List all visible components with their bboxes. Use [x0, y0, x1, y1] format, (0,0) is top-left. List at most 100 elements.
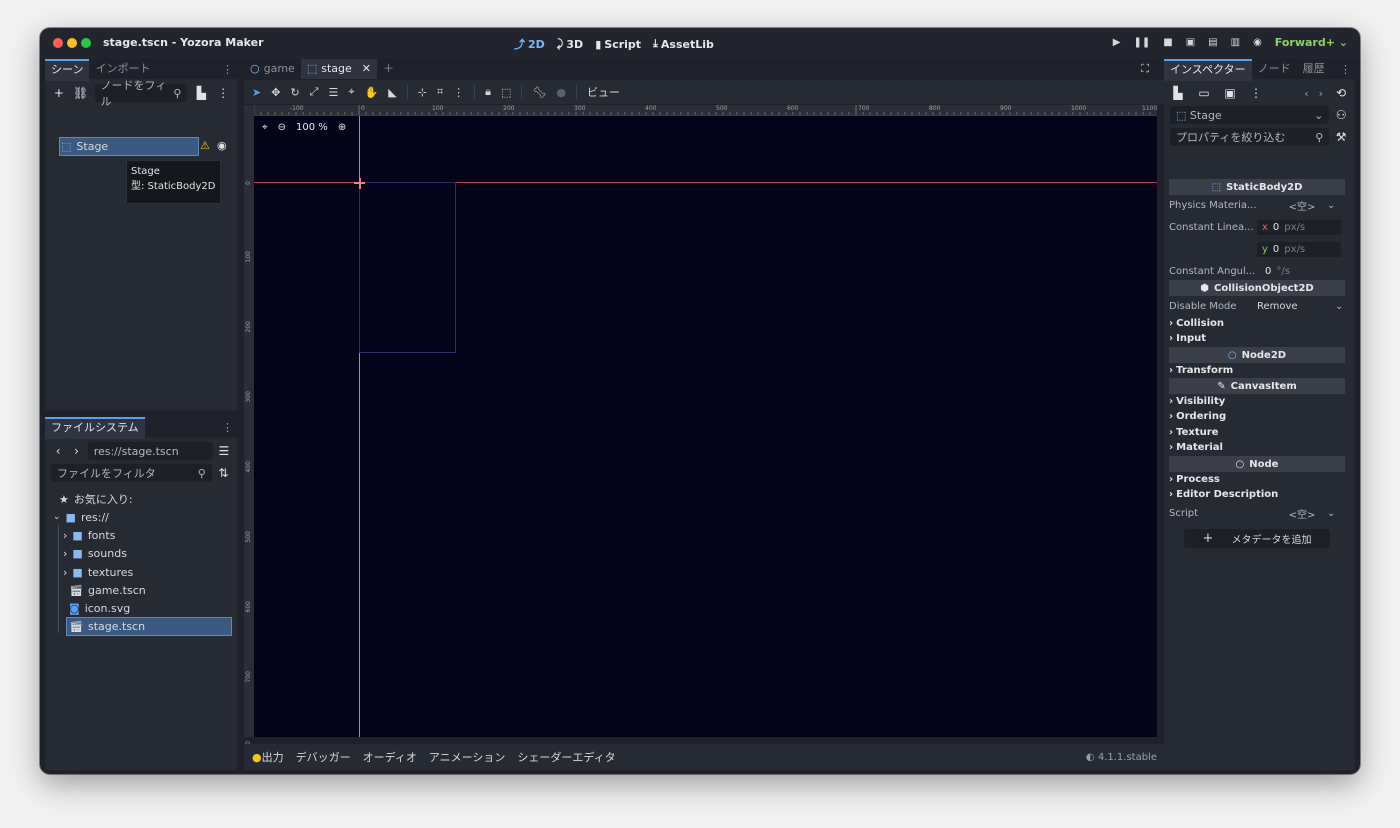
- tab-output[interactable]: ●出力: [252, 749, 284, 765]
- tab-node[interactable]: ノード: [1252, 59, 1297, 79]
- fs-item-icon-svg[interactable]: ◙ icon.svg: [69, 599, 130, 617]
- renderer-selector[interactable]: Forward+ ⌄: [1275, 36, 1348, 49]
- pivot-icon[interactable]: ⌖: [348, 85, 354, 99]
- group-visibility[interactable]: › Visibility: [1169, 394, 1225, 409]
- prop-script[interactable]: Script <空> ⌄: [1169, 504, 1345, 522]
- property-tools-icon[interactable]: ⚒: [1333, 130, 1349, 144]
- maximize-window-button[interactable]: [81, 38, 91, 48]
- add-node-icon[interactable]: +: [51, 86, 67, 100]
- visibility-eye-icon[interactable]: ◉: [217, 139, 227, 152]
- group-ordering[interactable]: › Ordering: [1169, 409, 1226, 424]
- group-editor-description[interactable]: › Editor Description: [1169, 487, 1278, 502]
- more-icon[interactable]: ⋮: [1248, 86, 1264, 100]
- new-resource-icon[interactable]: ▙: [1170, 86, 1186, 100]
- prop-physics-material[interactable]: Physics Materia... <空> ⌄: [1169, 196, 1345, 214]
- zoom-level[interactable]: 100 %: [296, 122, 328, 133]
- group-texture[interactable]: › Texture: [1169, 425, 1218, 440]
- group-input[interactable]: › Input: [1169, 331, 1206, 346]
- minimize-window-button[interactable]: [67, 38, 77, 48]
- link-icon[interactable]: ⛓: [73, 86, 89, 100]
- save-resource-icon[interactable]: ▣: [1222, 86, 1238, 100]
- fs-item-game-tscn[interactable]: 🎬︎ game.tscn: [69, 581, 146, 599]
- play-custom-scene-icon[interactable]: ▥: [1231, 37, 1240, 48]
- group-transform[interactable]: › Transform: [1169, 363, 1233, 378]
- sort-icon[interactable]: ⇅: [216, 466, 231, 480]
- tab-animation[interactable]: アニメーション: [429, 749, 506, 765]
- more-icon[interactable]: ⋮: [215, 86, 231, 100]
- scene-options-icon[interactable]: ▙: [193, 86, 209, 100]
- tab-filesystem[interactable]: ファイルシステム: [45, 417, 145, 439]
- skeleton-options-icon[interactable]: ●: [556, 86, 566, 99]
- scene-tab-stage[interactable]: ⬚ stage ✕: [300, 59, 377, 79]
- rotate-mode-icon[interactable]: ↻: [290, 86, 299, 99]
- fs-item-stage-tscn[interactable]: 🎬︎ stage.tscn: [69, 617, 145, 635]
- tab-shader-editor[interactable]: シェーダーエディタ: [517, 749, 615, 765]
- bone-icon[interactable]: 🦴︎: [532, 86, 546, 99]
- history-forward-icon[interactable]: ›: [1319, 87, 1323, 100]
- file-filter-input[interactable]: ファイルをフィルタ ⚲: [51, 464, 212, 482]
- tab-scene[interactable]: シーン: [45, 59, 90, 81]
- history-back-icon[interactable]: ‹: [1304, 87, 1308, 100]
- scene-tab-game[interactable]: ○ game: [244, 59, 301, 79]
- zoom-out-icon[interactable]: ⊖: [278, 122, 286, 133]
- open-resource-icon[interactable]: ▭: [1196, 86, 1212, 100]
- ruler-mode-icon[interactable]: ◣: [388, 86, 396, 99]
- add-scene-tab-icon[interactable]: ＋: [377, 59, 400, 79]
- grid-snap-icon[interactable]: ⌗: [437, 85, 443, 99]
- list-select-icon[interactable]: ☰: [328, 86, 338, 99]
- 2d-tab[interactable]: ⤴ 2D: [514, 36, 545, 52]
- tab-debugger[interactable]: デバッガー: [296, 749, 351, 765]
- group-icon[interactable]: ⬚: [501, 86, 511, 99]
- view-menu[interactable]: ビュー: [587, 84, 620, 100]
- fs-item-sounds[interactable]: › ■ sounds: [63, 544, 127, 562]
- 2d-viewport[interactable]: ⌖ ⊖ 100 % ⊕: [254, 116, 1157, 737]
- assetlib-tab[interactable]: ⤓ AssetLib: [653, 36, 714, 52]
- fs-item-favorites[interactable]: ★ お気に入り:: [59, 490, 133, 508]
- tab-inspector[interactable]: インスペクター: [1164, 59, 1252, 81]
- smart-snap-icon[interactable]: ⊹: [418, 86, 427, 99]
- node-selector[interactable]: ⬚ Stage ⌄: [1170, 106, 1330, 124]
- fs-item-textures[interactable]: › ■ textures: [63, 563, 133, 581]
- movie-maker-icon[interactable]: ◉: [1253, 37, 1262, 48]
- scale-mode-icon[interactable]: ⤢: [310, 85, 319, 99]
- linear-y-field[interactable]: y 0 px/s: [1257, 241, 1341, 257]
- distraction-free-icon[interactable]: ⛶: [1141, 62, 1149, 76]
- center-view-icon[interactable]: ⌖: [262, 122, 268, 133]
- object-history-icon[interactable]: ⟲: [1333, 86, 1349, 100]
- tab-audio[interactable]: オーディオ: [363, 749, 417, 765]
- add-metadata-button[interactable]: + メタデータを追加: [1184, 529, 1330, 548]
- close-tab-icon[interactable]: ✕: [362, 59, 371, 79]
- dock-menu-icon[interactable]: ⋮: [1340, 63, 1351, 76]
- snap-options-icon[interactable]: ⋮: [453, 86, 464, 99]
- script-tab[interactable]: ▮ Script: [595, 36, 641, 52]
- node-filter-input[interactable]: ノードをフィル ⚲: [94, 79, 188, 108]
- pause-icon[interactable]: ❚❚: [1133, 37, 1150, 48]
- forward-icon[interactable]: ›: [69, 444, 83, 458]
- prop-disable-mode[interactable]: Disable Mode Remove ⌄: [1169, 297, 1345, 315]
- tree-node-stage[interactable]: ⬚ Stage: [61, 137, 108, 155]
- back-icon[interactable]: ‹: [51, 444, 65, 458]
- play-scene-icon[interactable]: ▤: [1208, 37, 1217, 48]
- fs-item-res[interactable]: ⌄ ■ res://: [53, 508, 109, 526]
- close-window-button[interactable]: [53, 38, 63, 48]
- dock-menu-icon[interactable]: ⋮: [222, 421, 233, 434]
- split-mode-icon[interactable]: ☰: [217, 444, 231, 458]
- path-field[interactable]: res://stage.tscn: [87, 442, 213, 460]
- angular-field[interactable]: 0 °/s: [1265, 266, 1290, 277]
- lock-icon[interactable]: 🔒︎: [485, 85, 491, 99]
- pan-mode-icon[interactable]: ✋: [365, 86, 379, 99]
- 3d-tab[interactable]: ⤸ 3D: [557, 36, 583, 52]
- remote-debug-icon[interactable]: ▣: [1186, 37, 1195, 48]
- tab-history[interactable]: 履歴: [1297, 59, 1331, 79]
- group-collision[interactable]: › Collision: [1169, 316, 1224, 331]
- stop-icon[interactable]: ■: [1163, 37, 1172, 48]
- dock-menu-icon[interactable]: ⋮: [222, 63, 233, 76]
- linear-x-field[interactable]: x 0 px/s: [1257, 219, 1341, 235]
- property-filter-input[interactable]: プロパティを絞り込む ⚲: [1170, 128, 1330, 146]
- group-material[interactable]: › Material: [1169, 440, 1223, 455]
- move-mode-icon[interactable]: ✥: [271, 86, 280, 99]
- play-icon[interactable]: ▶: [1113, 37, 1121, 48]
- zoom-in-icon[interactable]: ⊕: [338, 122, 346, 133]
- group-process[interactable]: › Process: [1169, 472, 1220, 487]
- select-mode-icon[interactable]: ➤: [252, 86, 261, 99]
